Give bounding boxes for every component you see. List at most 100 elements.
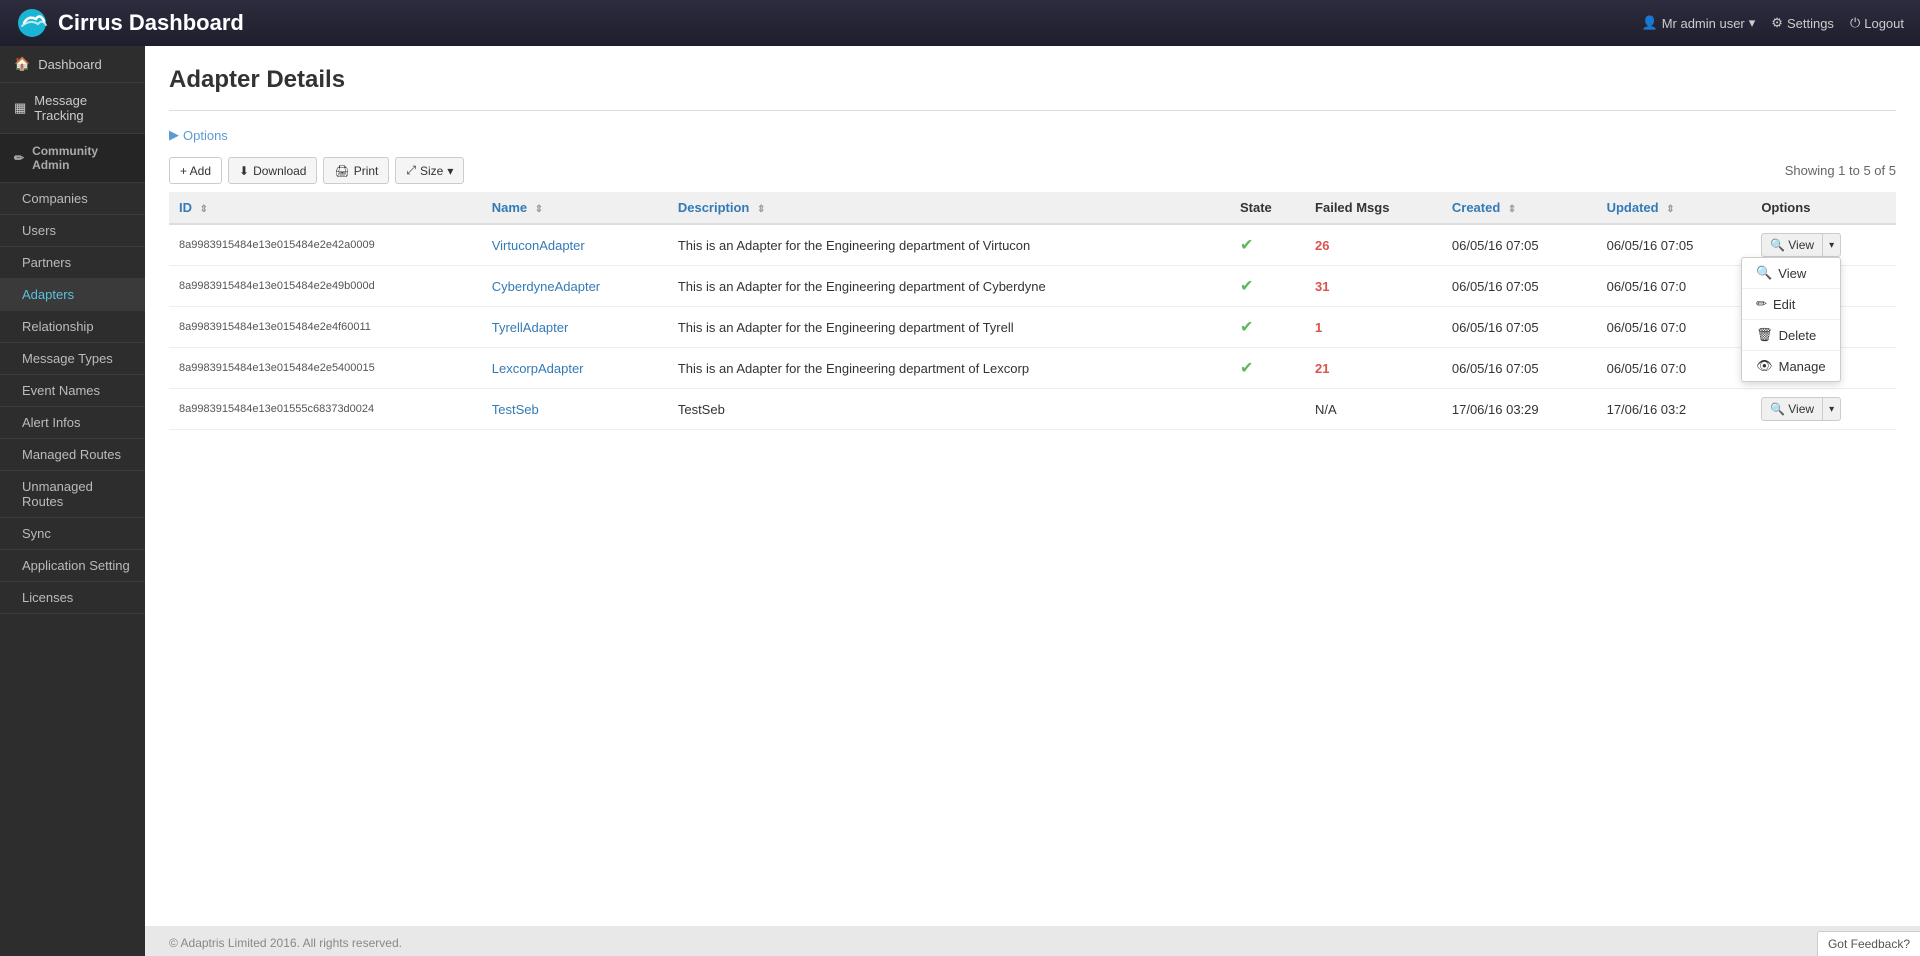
grid-icon: ▦ <box>14 100 26 116</box>
print-icon: 🖨 <box>334 164 349 178</box>
sort-icon-updated: ⇕ <box>1666 204 1674 215</box>
cell-description: This is an Adapter for the Engineering d… <box>668 348 1230 389</box>
logout-icon: ⏻ <box>1850 15 1860 31</box>
dropdown-toggle-button[interactable]: ▾ <box>1822 233 1841 257</box>
user-menu[interactable]: 👤 Mr admin user ▾ <box>1642 15 1756 31</box>
sidebar-item-message-types[interactable]: Message Types <box>0 343 145 375</box>
manage-icon: 👁 <box>1756 358 1773 374</box>
cell-updated: 06/05/16 07:0 <box>1597 307 1752 348</box>
user-icon: 👤 <box>1642 15 1658 31</box>
table-row: 8a9983915484e13e015484e2e49b000dCyberdyn… <box>169 266 1896 307</box>
sidebar-sub-label: Adapters <box>22 287 74 302</box>
resize-icon: ⤢ <box>406 163 416 178</box>
sidebar-label: Community Admin <box>32 144 131 172</box>
col-created[interactable]: Created ⇕ <box>1442 192 1597 224</box>
sidebar-sub-label: Unmanaged Routes <box>22 479 93 509</box>
sidebar-item-message-tracking[interactable]: ▦ Message Tracking <box>0 83 145 134</box>
adapter-name-link[interactable]: TyrellAdapter <box>492 320 569 335</box>
sidebar-sub-label: Alert Infos <box>22 415 81 430</box>
cell-state <box>1230 389 1305 430</box>
eye-icon: 🔍 <box>1770 238 1785 252</box>
cell-updated: 06/05/16 07:0 <box>1597 348 1752 389</box>
sidebar-item-sync[interactable]: Sync <box>0 518 145 550</box>
options-link[interactable]: ▶ Options <box>169 127 1896 143</box>
failed-count: 26 <box>1315 238 1329 253</box>
chevron-right-icon: ▶ <box>169 127 179 143</box>
settings-link[interactable]: ⚙ Settings <box>1771 15 1834 31</box>
col-description[interactable]: Description ⇕ <box>668 192 1230 224</box>
sidebar-item-dashboard[interactable]: 🏠 Dashboard <box>0 46 145 83</box>
cell-options: 🔍 View ▾ 🔍 View ✏ Edit 🗑 Delete <box>1751 224 1896 266</box>
sidebar-sub-label: Relationship <box>22 319 94 334</box>
state-check-icon: ✔ <box>1240 278 1253 295</box>
sidebar-item-licenses[interactable]: Licenses <box>0 582 145 614</box>
sidebar-item-users[interactable]: Users <box>0 215 145 247</box>
col-updated[interactable]: Updated ⇕ <box>1597 192 1752 224</box>
table-row: 8a9983915484e13e015484e2e5400015 LexcorpA… <box>169 348 1896 389</box>
sidebar-sub-label: Licenses <box>22 590 73 605</box>
sidebar-item-community-admin[interactable]: ✏ Community Admin <box>0 134 145 183</box>
toolbar: + Add ⬇ Download 🖨 Print ⤢ Size ▾ <box>169 157 1896 184</box>
size-button[interactable]: ⤢ Size ▾ <box>395 157 464 184</box>
sort-icon-id: ⇕ <box>200 204 208 215</box>
options-btn-group: 🔍 View ▾ 🔍 View ✏ Edit 🗑 Delete <box>1761 233 1841 257</box>
table-body: 8a9983915484e13e015484e2e42a0009 Virtucon… <box>169 224 1896 430</box>
dropdown-toggle-button[interactable]: ▾ <box>1822 397 1841 421</box>
cell-created: 06/05/16 07:05 <box>1442 307 1597 348</box>
sidebar-item-companies[interactable]: Companies <box>0 183 145 215</box>
cell-description: This is an Adapter for the Engineering d… <box>668 307 1230 348</box>
print-button[interactable]: 🖨 Print <box>323 157 389 184</box>
col-state: State <box>1230 192 1305 224</box>
layout: 🏠 Dashboard ▦ Message Tracking ✏ Communi… <box>0 46 1920 956</box>
cell-failed-msgs: 1 <box>1305 307 1442 348</box>
adapter-name-link[interactable]: TestSeb <box>492 402 539 417</box>
view-button[interactable]: 🔍 View <box>1761 397 1822 421</box>
view-button[interactable]: 🔍 View <box>1761 233 1822 257</box>
cell-name: VirtuconAdapter <box>482 224 668 266</box>
adapter-name-link[interactable]: CyberdyneAdapter <box>492 279 600 294</box>
brand-title: Cirrus Dashboard <box>58 10 244 36</box>
failed-count: 1 <box>1315 320 1322 335</box>
sidebar-item-unmanaged-routes[interactable]: Unmanaged Routes <box>0 471 145 518</box>
sidebar-item-relationship[interactable]: Relationship <box>0 311 145 343</box>
cell-failed-msgs: N/A <box>1305 389 1442 430</box>
menu-item-edit[interactable]: ✏ Edit <box>1742 289 1840 320</box>
cell-created: 06/05/16 07:05 <box>1442 224 1597 266</box>
cell-id: 8a9983915484e13e015484e2e42a0009 <box>169 224 482 266</box>
sidebar-item-application-setting[interactable]: Application Setting <box>0 550 145 582</box>
sidebar-item-alert-infos[interactable]: Alert Infos <box>0 407 145 439</box>
adapter-name-link[interactable]: VirtuconAdapter <box>492 238 585 253</box>
adapter-name-link[interactable]: LexcorpAdapter <box>492 361 584 376</box>
state-check-icon: ✔ <box>1240 237 1253 254</box>
sidebar-sub-label: Managed Routes <box>22 447 121 462</box>
sidebar-sub-label: Sync <box>22 526 51 541</box>
delete-icon: 🗑 <box>1756 327 1773 343</box>
sidebar-item-event-names[interactable]: Event Names <box>0 375 145 407</box>
table-header: ID ⇕ Name ⇕ Description ⇕ State Failed M… <box>169 192 1896 224</box>
failed-count: 31 <box>1315 279 1329 294</box>
right-nav: 👤 Mr admin user ▾ ⚙ Settings ⏻ Logout <box>1642 15 1905 31</box>
download-button[interactable]: ⬇ Download <box>228 157 317 184</box>
feedback-button[interactable]: Got Feedback? <box>1817 931 1920 956</box>
col-name[interactable]: Name ⇕ <box>482 192 668 224</box>
cell-options: 🔍 View ▾ <box>1751 389 1896 430</box>
toolbar-left: + Add ⬇ Download 🖨 Print ⤢ Size ▾ <box>169 157 464 184</box>
sort-icon-created: ⇕ <box>1508 204 1516 215</box>
cell-description: This is an Adapter for the Engineering d… <box>668 224 1230 266</box>
menu-item-view[interactable]: 🔍 View <box>1742 258 1840 289</box>
sidebar-sub-label: Event Names <box>22 383 100 398</box>
logout-link[interactable]: ⏻ Logout <box>1850 15 1904 31</box>
col-id[interactable]: ID ⇕ <box>169 192 482 224</box>
pencil-icon: ✏ <box>14 151 24 165</box>
menu-item-manage[interactable]: 👁 Manage <box>1742 351 1840 381</box>
sidebar-item-adapters[interactable]: Adapters <box>0 279 145 311</box>
adapters-table: ID ⇕ Name ⇕ Description ⇕ State Failed M… <box>169 192 1896 430</box>
user-label: Mr admin user <box>1662 16 1745 31</box>
add-button[interactable]: + Add <box>169 157 222 184</box>
cell-id: 8a9983915484e13e015484e2e4f60011 <box>169 307 482 348</box>
menu-item-delete[interactable]: 🗑 Delete <box>1742 320 1840 351</box>
cell-id: 8a9983915484e13e015484e2e5400015 <box>169 348 482 389</box>
sidebar-item-partners[interactable]: Partners <box>0 247 145 279</box>
cell-state: ✔ <box>1230 266 1305 307</box>
sidebar-item-managed-routes[interactable]: Managed Routes <box>0 439 145 471</box>
